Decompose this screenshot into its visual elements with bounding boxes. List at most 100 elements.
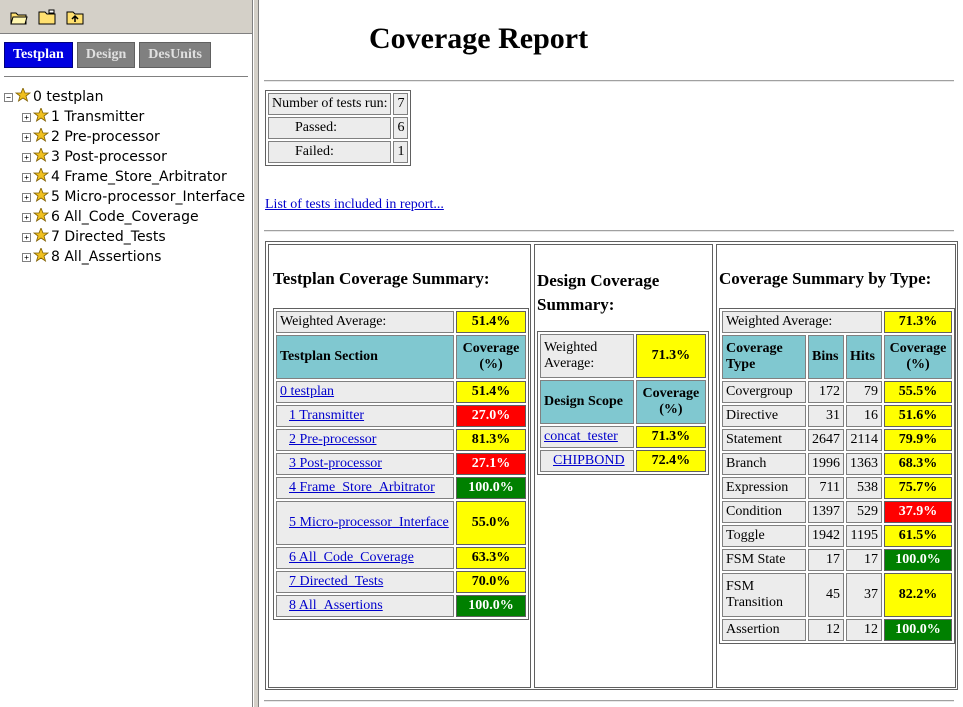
tab-desunits[interactable]: DesUnits xyxy=(139,42,211,68)
section-link[interactable]: 4 Frame_Store_Arbitrator xyxy=(289,480,435,495)
table-row: Statement 2647 2114 79.9% xyxy=(722,429,952,451)
hits-value: 37 xyxy=(846,573,882,617)
section-link[interactable]: 2 Pre-processor xyxy=(289,432,376,447)
expand-icon[interactable]: + xyxy=(22,232,31,242)
up-folder-icon[interactable] xyxy=(64,6,86,28)
divider xyxy=(264,700,954,702)
coverage-value: 82.2% xyxy=(884,573,952,617)
column-header-coverage: Coverage (%) xyxy=(635,380,706,424)
design-summary-heading: Design Coverage Summary: xyxy=(537,271,660,314)
expand-icon[interactable]: + xyxy=(22,212,31,222)
tab-design[interactable]: Design xyxy=(76,42,136,68)
bins-value: 17 xyxy=(808,549,844,571)
table-row: Toggle 1942 1195 61.5% xyxy=(722,525,952,547)
hits-value: 79 xyxy=(846,381,882,403)
type-summary-panel: Coverage Summary by Type: Weighted Avera… xyxy=(716,244,956,688)
scope-link[interactable]: CHIPBOND xyxy=(553,453,625,468)
folder-icon[interactable] xyxy=(36,6,58,28)
section-link[interactable]: 1 Transmitter xyxy=(289,408,364,423)
coverage-type: Statement xyxy=(722,429,806,451)
divider xyxy=(264,230,954,232)
testplan-summary-table-frame: Weighted Average: 51.4% Testplan Section… xyxy=(273,308,529,620)
section-cell: 5 Micro-processor_Interface xyxy=(276,501,454,545)
expand-icon[interactable]: + xyxy=(22,172,31,182)
failed-label: Failed: xyxy=(268,141,392,163)
hits-value: 1363 xyxy=(846,453,882,475)
table-row: 0 testplan 51.4% xyxy=(276,381,526,403)
tree-item[interactable]: +5 Micro-processor_Interface xyxy=(4,186,246,207)
table-row: 6 All_Code_Coverage 63.3% xyxy=(276,547,526,569)
coverage-type: Directive xyxy=(722,405,806,427)
tree-item-root[interactable]: − 0 testplan xyxy=(4,86,245,107)
scope-link[interactable]: concat_tester xyxy=(544,429,618,444)
tree-item[interactable]: +6 All_Code_Coverage xyxy=(4,206,245,227)
tree-item[interactable]: +3 Post-processor xyxy=(4,146,245,167)
column-header-section: Testplan Section xyxy=(276,335,454,379)
section-link[interactable]: 3 Post-processor xyxy=(289,456,382,471)
expand-icon[interactable]: + xyxy=(22,152,31,162)
star-icon xyxy=(32,246,50,266)
coverage-value: 68.3% xyxy=(884,453,952,475)
table-row: 5 Micro-processor_Interface 55.0% xyxy=(276,501,526,545)
type-summary-table-frame: Weighted Average: 71.3% Coverage Type Bi… xyxy=(719,308,955,644)
coverage-value: 72.4% xyxy=(635,450,706,472)
scope-cell: concat_tester xyxy=(540,426,634,448)
section-link[interactable]: 5 Micro-processor_Interface xyxy=(289,515,449,530)
divider xyxy=(4,76,248,78)
table-row: Condition 1397 529 37.9% xyxy=(722,501,952,523)
tree-item-label: 1 Transmitter xyxy=(51,109,145,125)
coverage-type: Expression xyxy=(722,477,806,499)
table-row: Assertion 12 12 100.0% xyxy=(722,619,952,641)
star-icon xyxy=(32,186,50,206)
tab-testplan[interactable]: Testplan xyxy=(4,42,73,68)
section-link[interactable]: 8 All_Assertions xyxy=(289,598,383,613)
coverage-value: 100.0% xyxy=(884,549,952,571)
table-row: 1 Transmitter 27.0% xyxy=(276,405,526,427)
hits-value: 16 xyxy=(846,405,882,427)
testplan-browser-pane: Testplan Design DesUnits − 0 testplan +1… xyxy=(0,0,253,707)
bins-value: 2647 xyxy=(808,429,844,451)
coverage-type: Branch xyxy=(722,453,806,475)
summary-container: Testplan Coverage Summary: Weighted Aver… xyxy=(265,241,958,690)
hits-value: 2114 xyxy=(846,429,882,451)
passed-label: Passed: xyxy=(268,117,392,139)
tree-item[interactable]: +8 All_Assertions xyxy=(4,246,245,267)
coverage-type: FSM Transition xyxy=(722,573,806,617)
test-stats-table: Number of tests run: 7 Passed: 6 Failed:… xyxy=(265,90,412,166)
expand-icon[interactable]: + xyxy=(22,112,31,122)
table-row: 3 Post-processor 27.1% xyxy=(276,453,526,475)
open-folder-icon[interactable] xyxy=(8,6,30,28)
bins-value: 1397 xyxy=(808,501,844,523)
tree-item-label: 2 Pre-processor xyxy=(51,129,160,145)
scope-cell: CHIPBOND xyxy=(540,450,634,472)
expand-icon[interactable]: + xyxy=(22,192,31,202)
hits-value: 529 xyxy=(846,501,882,523)
bins-value: 172 xyxy=(808,381,844,403)
tree-item[interactable]: +2 Pre-processor xyxy=(4,126,245,147)
tests-list-link[interactable]: List of tests included in report... xyxy=(265,197,444,213)
section-link[interactable]: 7 Directed_Tests xyxy=(289,574,383,589)
tree-item-label: 5 Micro-processor_Interface xyxy=(51,189,246,205)
column-header-hits: Hits xyxy=(846,335,882,379)
design-summary-table-frame: Weighted Average: 71.3% Design Scope Cov… xyxy=(537,331,709,475)
testplan-tree: − 0 testplan +1 Transmitter +2 Pre-proces… xyxy=(4,86,246,267)
weighted-average-label: Weighted Average: xyxy=(540,334,634,378)
tests-run-value: 7 xyxy=(393,93,409,115)
section-link[interactable]: 0 testplan xyxy=(280,384,334,399)
section-link[interactable]: 6 All_Code_Coverage xyxy=(289,550,414,565)
tree-item-label: 3 Post-processor xyxy=(51,149,167,165)
hits-value: 1195 xyxy=(846,525,882,547)
star-icon xyxy=(32,226,50,246)
collapse-icon[interactable]: − xyxy=(4,92,13,102)
expand-icon[interactable]: + xyxy=(22,252,31,262)
testplan-summary-heading: Testplan Coverage Summary: xyxy=(273,269,490,288)
tree-item-label: 7 Directed_Tests xyxy=(51,229,166,245)
coverage-value: 61.5% xyxy=(884,525,952,547)
bins-value: 31 xyxy=(808,405,844,427)
tree-item[interactable]: +1 Transmitter xyxy=(4,106,245,127)
coverage-value: 70.0% xyxy=(456,571,526,593)
table-row: Directive 31 16 51.6% xyxy=(722,405,952,427)
tree-item[interactable]: +4 Frame_Store_Arbitrator xyxy=(4,166,245,187)
expand-icon[interactable]: + xyxy=(22,132,31,142)
tree-item[interactable]: +7 Directed_Tests xyxy=(4,226,245,247)
